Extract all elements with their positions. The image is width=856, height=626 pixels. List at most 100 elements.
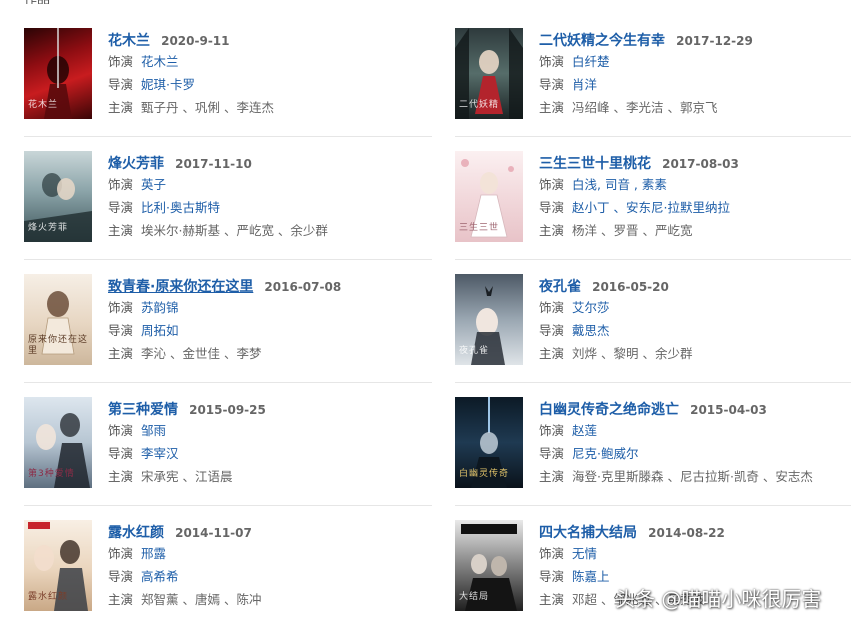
role-label: 饰演 (539, 546, 565, 561)
poster-text: 第3种爱情 (28, 469, 75, 479)
role-link[interactable]: 赵莲 (572, 423, 597, 438)
poster-text: 大结局 (459, 592, 490, 602)
release-date: 2014-08-22 (648, 526, 725, 540)
release-date: 2014-11-07 (175, 526, 252, 540)
movie-poster[interactable]: 白幽灵传奇 (455, 397, 523, 488)
movie-title-link[interactable]: 第三种爱情 (108, 402, 178, 418)
director-link[interactable]: 肖洋 (572, 77, 597, 92)
role-link[interactable]: 艾尔莎 (572, 300, 610, 315)
release-date: 2016-07-08 (264, 280, 342, 294)
poster-text: 二代妖精 (459, 100, 500, 110)
role-label: 饰演 (539, 300, 565, 315)
source-watermark: 头条 @喵喵小咪很厉害 (615, 587, 822, 611)
director-label: 导演 (539, 200, 565, 215)
release-date: 2020-9-11 (161, 34, 230, 48)
cast-names: 杨洋 、罗晋 、严屹宽 (572, 223, 693, 238)
director-link[interactable]: 周拓如 (141, 323, 179, 338)
role-link[interactable]: 苏韵锦 (141, 300, 179, 315)
movie-title-link[interactable]: 三生三世十里桃花 (539, 156, 651, 172)
movie-poster[interactable]: 露水红颜 (24, 520, 92, 611)
role-label: 饰演 (539, 177, 565, 192)
role-label: 饰演 (108, 423, 134, 438)
poster-text: 花木兰 (28, 100, 59, 110)
director-link[interactable]: 戴思杰 (572, 323, 610, 338)
movie-title-link[interactable]: 露水红颜 (108, 525, 164, 541)
cast-label: 主演 (108, 223, 134, 238)
release-date: 2016-05-20 (592, 280, 669, 294)
release-date: 2017-12-29 (676, 34, 753, 48)
movie-poster[interactable]: 花木兰 (24, 28, 92, 119)
movie-item: 夜孔雀 夜孔雀 2016-05-20 饰演 艾尔莎 导演 戴思杰 主演 刘烨 、黎明 … (455, 260, 851, 383)
director-label: 导演 (539, 569, 565, 584)
cast-names: 甄子丹 、巩俐 、李连杰 (141, 100, 274, 115)
movie-title-link[interactable]: 烽火芳菲 (108, 156, 164, 172)
director-link[interactable]: 尼克·鲍威尔 (572, 446, 638, 461)
director-label: 导演 (108, 77, 134, 92)
director-label: 导演 (539, 323, 565, 338)
role-label: 饰演 (539, 423, 565, 438)
director-link[interactable]: 比利·奥古斯特 (141, 200, 220, 215)
role-link[interactable]: 花木兰 (141, 54, 179, 69)
movie-item: 三生三世 三生三世十里桃花 2017-08-03 饰演 白浅, 司音 , 素素 导… (455, 137, 851, 260)
movie-title-link[interactable]: 花木兰 (108, 33, 150, 49)
director-label: 导演 (539, 446, 565, 461)
cast-names: 刘烨 、黎明 、余少群 (572, 346, 693, 361)
movie-title-link[interactable]: 致青春·原来你还在这里 (108, 279, 253, 295)
movie-poster[interactable]: 原来你还在这里 (24, 274, 92, 365)
section-heading-partial: 作品 (24, 0, 64, 4)
role-link[interactable]: 无情 (572, 546, 597, 561)
director-link[interactable]: 妮琪·卡罗 (141, 77, 195, 92)
director-link[interactable]: 陈嘉上 (572, 569, 610, 584)
movie-item: 二代妖精 二代妖精之今生有幸 2017-12-29 饰演 白纤楚 导演 肖洋 主演冯… (455, 14, 851, 137)
poster-text: 烽火芳菲 (28, 223, 69, 233)
cast-label: 主演 (539, 592, 565, 607)
cast-label: 主演 (539, 469, 565, 484)
director-link[interactable]: 李宰汉 (141, 446, 179, 461)
movie-item: 露水红颜 露水红颜 2014-11-07 饰演 邢露 导演 高希希 主演 郑智薰 、唐… (24, 506, 432, 626)
movie-poster[interactable]: 大结局 (455, 520, 523, 611)
role-link[interactable]: 白纤楚 (572, 54, 610, 69)
director-link[interactable]: 高希希 (141, 569, 179, 584)
director-link[interactable]: 赵小丁 、安东尼·拉默里纳拉 (572, 200, 730, 215)
role-link[interactable]: 白浅, 司音 , 素素 (572, 177, 667, 192)
release-date: 2015-09-25 (189, 403, 266, 417)
cast-names: 郑智薰 、唐嫣 、陈冲 (141, 592, 262, 607)
movie-item: 白幽灵传奇 白幽灵传奇之绝命逃亡 2015-04-03 饰演 赵莲 导演 尼克·鲍威… (455, 383, 851, 506)
poster-text: 三生三世 (459, 223, 500, 233)
filmography-left-column: 花木兰 花木兰 2020-9-11 饰演 花木兰 导演 妮琪·卡罗 主演 甄子丹 、巩… (24, 14, 432, 626)
movie-poster[interactable]: 烽火芳菲 (24, 151, 92, 242)
role-link[interactable]: 英子 (141, 177, 166, 192)
movie-poster[interactable]: 二代妖精 (455, 28, 523, 119)
release-date: 2017-11-10 (175, 157, 252, 171)
cast-names: 李沁 、金世佳 、李梦 (141, 346, 262, 361)
cast-label: 主演 (539, 346, 565, 361)
director-label: 导演 (108, 200, 134, 215)
movie-item: 原来你还在这里 致青春·原来你还在这里 2016-07-08 饰演 苏韵锦 导演周… (24, 260, 432, 383)
poster-text: 露水红颜 (28, 592, 69, 602)
director-label: 导演 (539, 77, 565, 92)
movie-poster[interactable]: 夜孔雀 (455, 274, 523, 365)
cast-label: 主演 (539, 100, 565, 115)
movie-item: 烽火芳菲 烽火芳菲 2017-11-10 饰演 英子 导演 比利·奥古斯特 主演 埃米… (24, 137, 432, 260)
role-label: 饰演 (108, 546, 134, 561)
movie-title-link[interactable]: 四大名捕大结局 (539, 525, 637, 541)
movie-item: 第3种爱情 第三种爱情 2015-09-25 饰演 邹雨 导演 李宰汉 主演 宋承宪 … (24, 383, 432, 506)
director-label: 导演 (108, 446, 134, 461)
director-label: 导演 (108, 569, 134, 584)
role-label: 饰演 (539, 54, 565, 69)
role-link[interactable]: 邢露 (141, 546, 166, 561)
movie-title-link[interactable]: 二代妖精之今生有幸 (539, 33, 665, 49)
movie-title-link[interactable]: 白幽灵传奇之绝命逃亡 (539, 402, 679, 418)
role-link[interactable]: 邹雨 (141, 423, 166, 438)
cast-names: 埃米尔·赫斯基 、严屹宽 、余少群 (141, 223, 328, 238)
cast-label: 主演 (108, 592, 134, 607)
cast-label: 主演 (108, 100, 134, 115)
cast-names: 冯绍峰 、李光洁 、郭京飞 (572, 100, 718, 115)
role-label: 饰演 (108, 300, 134, 315)
cast-label: 主演 (108, 469, 134, 484)
movie-poster[interactable]: 第3种爱情 (24, 397, 92, 488)
movie-poster[interactable]: 三生三世 (455, 151, 523, 242)
role-label: 饰演 (108, 54, 134, 69)
movie-title-link[interactable]: 夜孔雀 (539, 279, 581, 295)
cast-names: 宋承宪 、江语晨 (141, 469, 233, 484)
